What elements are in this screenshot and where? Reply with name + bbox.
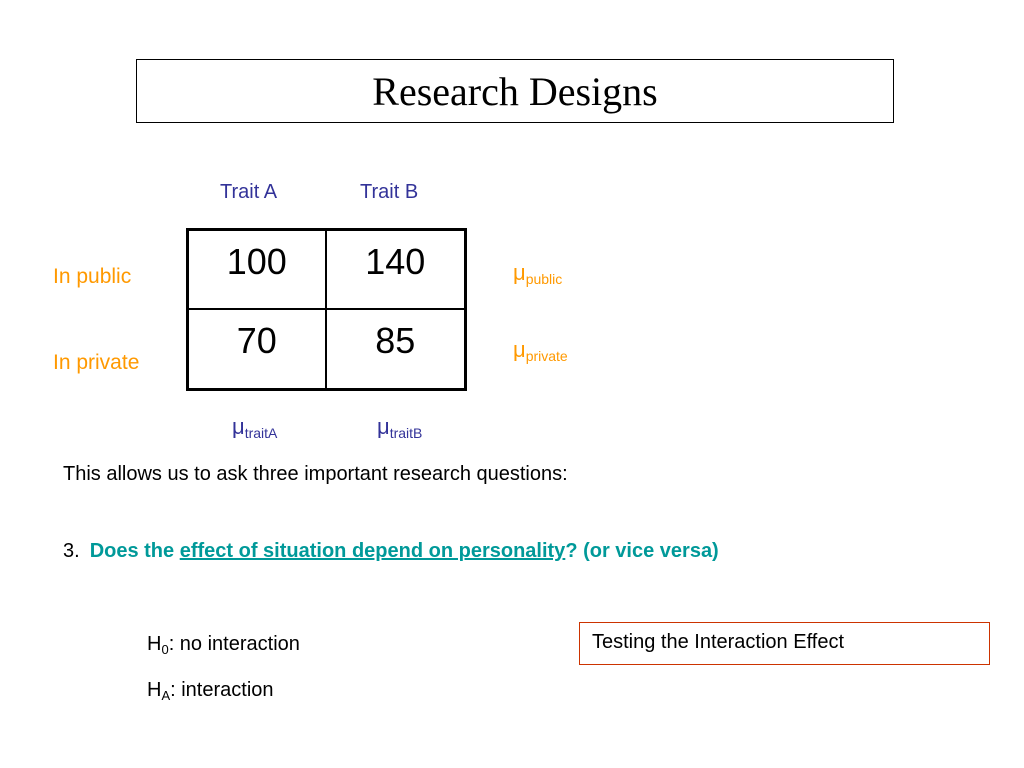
- intro-text: This allows us to ask three important re…: [63, 463, 568, 485]
- research-question: 3. Does the effect of situation depend on…: [63, 540, 719, 562]
- alternative-hypothesis: HA: interaction: [147, 679, 274, 703]
- row-header-private: In private: [53, 351, 140, 374]
- question-number: 3.: [63, 540, 80, 562]
- data-table: 100 140 70 85: [186, 228, 467, 391]
- table-cell: 140: [326, 231, 464, 310]
- table-cell: 100: [189, 231, 327, 310]
- row-mean-public: μpublic: [513, 260, 563, 287]
- slide-title: Research Designs: [136, 59, 894, 123]
- row-header-public: In public: [53, 265, 132, 288]
- column-mean-trait-a: μtraitA: [232, 414, 278, 441]
- question-emphasis: effect of situation depend on personalit…: [179, 540, 566, 562]
- table-cell: 85: [375, 319, 416, 361]
- column-header-trait-b: Trait B: [360, 181, 419, 203]
- note-box: Testing the Interaction Effect: [579, 622, 990, 665]
- column-header-trait-a: Trait A: [220, 181, 278, 203]
- null-hypothesis: H0: no interaction: [147, 633, 300, 657]
- column-mean-trait-b: μtraitB: [377, 414, 423, 441]
- row-mean-private: μprivate: [513, 337, 568, 364]
- table-cell: 70: [189, 309, 327, 388]
